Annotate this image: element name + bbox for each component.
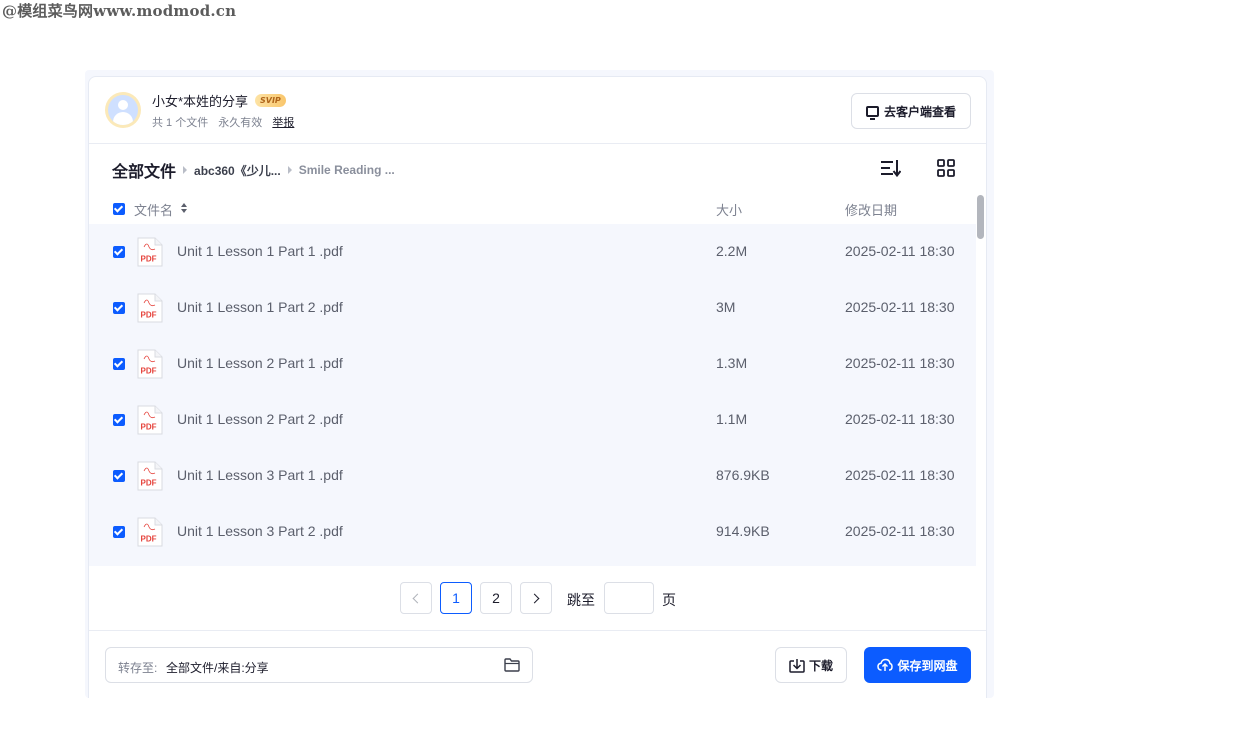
download-label: 下载	[808, 658, 833, 673]
action-footer: 转存至: 全部文件/来自:分享 下载 保存到网盘	[89, 630, 986, 699]
share-header: 小女*本姓的分享 SVIP 共 1 个文件 永久有效 举报 去客户端查看	[89, 77, 986, 144]
grid-view-icon[interactable]	[937, 159, 955, 177]
row-checkbox[interactable]	[113, 358, 125, 370]
sort-icon[interactable]	[881, 159, 901, 177]
svg-text:PDF: PDF	[141, 311, 157, 320]
chevron-left-icon	[412, 593, 423, 603]
avatar[interactable]	[105, 92, 141, 128]
file-date: 2025-02-11 18:30	[845, 411, 955, 427]
sort-toggle-icon[interactable]	[181, 202, 187, 214]
breadcrumb-root[interactable]: 全部文件	[112, 158, 176, 182]
chevron-right-icon	[529, 593, 540, 603]
file-name[interactable]: Unit 1 Lesson 2 Part 2 .pdf	[177, 411, 343, 427]
column-header-size: 大小	[716, 203, 743, 218]
file-name[interactable]: Unit 1 Lesson 3 Part 2 .pdf	[177, 523, 343, 539]
row-checkbox[interactable]	[113, 470, 125, 482]
column-header-date: 修改日期	[845, 203, 898, 218]
svg-text:PDF: PDF	[141, 535, 157, 544]
row-checkbox[interactable]	[113, 526, 125, 538]
file-name[interactable]: Unit 1 Lesson 3 Part 1 .pdf	[177, 467, 343, 483]
file-date: 2025-02-11 18:30	[845, 467, 955, 483]
breadcrumb-separator-icon	[183, 166, 188, 174]
table-row[interactable]: PDF Unit 1 Lesson 2 Part 1 .pdf 1.3M 2025-0…	[89, 336, 976, 392]
file-size: 2.2M	[716, 243, 748, 259]
save-destination-field[interactable]: 转存至: 全部文件/来自:分享	[105, 647, 533, 683]
breadcrumb-level-2[interactable]: Smile Reading ...	[299, 163, 395, 177]
save-to-cloud-button[interactable]: 保存到网盘	[864, 647, 971, 683]
select-all-checkbox[interactable]	[113, 203, 125, 215]
file-size: 1.1M	[716, 411, 748, 427]
svg-text:PDF: PDF	[141, 479, 157, 488]
validity: 永久有效	[218, 117, 263, 129]
next-page-button[interactable]	[520, 582, 552, 614]
file-size: 914.9KB	[716, 523, 770, 539]
file-date: 2025-02-11 18:30	[845, 243, 955, 259]
scrollbar[interactable]	[977, 195, 984, 239]
file-date: 2025-02-11 18:30	[845, 523, 955, 539]
pdf-file-icon: PDF	[137, 405, 163, 435]
pdf-file-icon: PDF	[137, 237, 163, 267]
svg-text:PDF: PDF	[141, 367, 157, 376]
table-row[interactable]: PDF Unit 1 Lesson 2 Part 2 .pdf 1.1M 2025-0…	[89, 392, 976, 448]
pdf-file-icon: PDF	[137, 349, 163, 379]
monitor-icon	[865, 105, 879, 120]
table-row[interactable]: PDF Unit 1 Lesson 3 Part 1 .pdf 876.9KB 202…	[89, 448, 976, 504]
table-row[interactable]: PDF Unit 1 Lesson 1 Part 2 .pdf 3M 2025-02-…	[89, 280, 976, 336]
pagination: 1 2 跳至 页	[89, 582, 986, 615]
file-table-header: 文件名 大小 修改日期	[89, 193, 976, 223]
breadcrumb-separator-icon	[287, 166, 292, 174]
open-in-client-button[interactable]: 去客户端查看	[851, 93, 971, 129]
file-size: 1.3M	[716, 355, 748, 371]
row-checkbox[interactable]	[113, 246, 125, 258]
file-count: 共 1 个文件	[152, 117, 209, 129]
svip-badge: SVIP	[255, 94, 286, 107]
prev-page-button[interactable]	[400, 582, 432, 614]
svg-text:PDF: PDF	[141, 423, 157, 432]
table-row[interactable]: PDF Unit 1 Lesson 3 Part 2 .pdf 914.9KB 202…	[89, 504, 976, 560]
watermark: @模组菜鸟网www.modmod.cn	[2, 2, 237, 20]
download-icon	[789, 658, 805, 673]
page-unit-label: 页	[662, 592, 676, 608]
jump-to-label: 跳至	[567, 592, 595, 608]
file-name[interactable]: Unit 1 Lesson 1 Part 1 .pdf	[177, 243, 343, 259]
pdf-file-icon: PDF	[137, 293, 163, 323]
table-row[interactable]: PDF Unit 1 Lesson 1 Part 1 .pdf 2.2M 2025-0…	[89, 224, 976, 280]
page-button-2[interactable]: 2	[480, 582, 512, 614]
file-size: 3M	[716, 299, 736, 315]
row-checkbox[interactable]	[113, 302, 125, 314]
breadcrumb: 全部文件 abc360《少儿... Smile Reading ...	[112, 158, 395, 182]
jump-page-input[interactable]	[604, 582, 654, 614]
report-link[interactable]: 举报	[272, 117, 294, 129]
column-header-name[interactable]: 文件名	[134, 200, 173, 219]
file-date: 2025-02-11 18:30	[845, 355, 955, 371]
save-destination-path: 全部文件/来自:分享	[166, 661, 269, 675]
pdf-file-icon: PDF	[137, 517, 163, 547]
page-button-1[interactable]: 1	[440, 582, 472, 614]
user-icon	[108, 95, 138, 125]
file-name[interactable]: Unit 1 Lesson 2 Part 1 .pdf	[177, 355, 343, 371]
file-list: PDF Unit 1 Lesson 1 Part 1 .pdf 2.2M 2025-0…	[89, 224, 976, 566]
breadcrumb-level-1[interactable]: abc360《少儿...	[194, 162, 281, 179]
file-date: 2025-02-11 18:30	[845, 299, 955, 315]
cloud-upload-icon	[877, 658, 894, 671]
save-destination-label: 转存至:	[118, 661, 158, 675]
open-in-client-label: 去客户端查看	[883, 104, 956, 119]
file-size: 876.9KB	[716, 467, 770, 483]
download-button[interactable]: 下载	[775, 647, 847, 683]
share-owner-title: 小女*本姓的分享	[152, 94, 249, 109]
row-checkbox[interactable]	[113, 414, 125, 426]
pdf-file-icon: PDF	[137, 461, 163, 491]
svg-text:PDF: PDF	[141, 255, 157, 264]
share-panel: 小女*本姓的分享 SVIP 共 1 个文件 永久有效 举报 去客户端查看 全部文…	[88, 76, 987, 698]
file-name[interactable]: Unit 1 Lesson 1 Part 2 .pdf	[177, 299, 343, 315]
folder-icon[interactable]	[504, 658, 520, 672]
share-meta: 共 1 个文件 永久有效 举报	[152, 114, 301, 130]
save-to-cloud-label: 保存到网盘	[897, 658, 958, 673]
